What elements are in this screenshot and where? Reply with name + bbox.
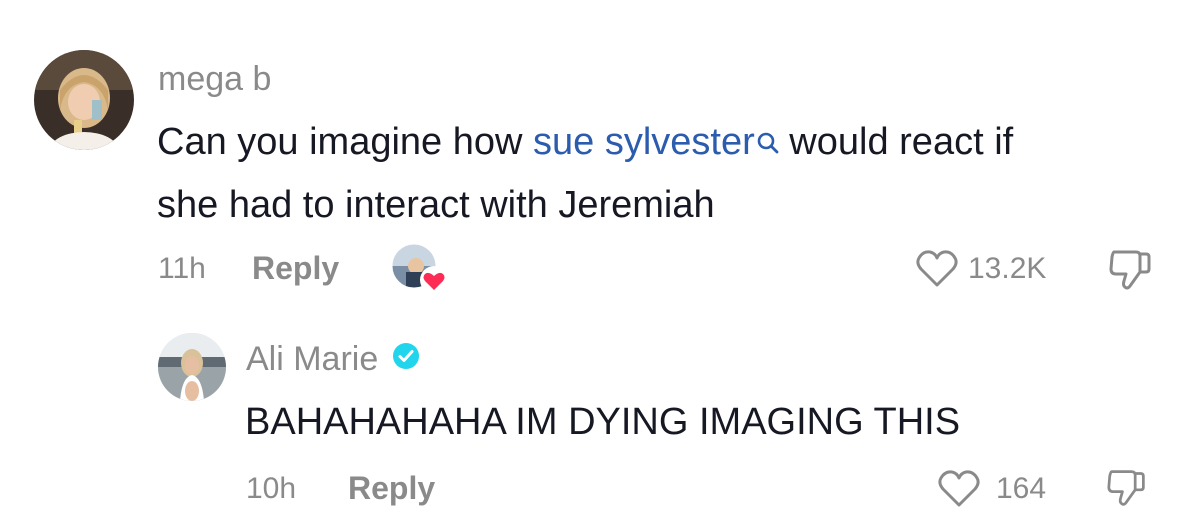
- heart-outline-icon[interactable]: [938, 470, 980, 508]
- verified-badge-icon: [392, 342, 420, 376]
- comment-thread: mega b Can you imagine how sue sylvester…: [0, 0, 1200, 508]
- search-icon[interactable]: [757, 114, 779, 175]
- reply-button[interactable]: Reply: [252, 252, 339, 284]
- comment-text-part: Can you imagine how: [157, 121, 533, 163]
- like-count: 13.2K: [968, 252, 1047, 285]
- thumbs-down-icon[interactable]: [1104, 468, 1150, 508]
- comment-text: BAHAHAHAHA IM DYING IMAGING THIS: [245, 401, 961, 443]
- comment-time: 10h: [246, 472, 297, 505]
- avatar-mega-b[interactable]: [34, 50, 134, 150]
- mention-link[interactable]: sue sylvester: [533, 121, 755, 163]
- comment-time: 11h: [158, 252, 206, 285]
- comment-text: Can you imagine how sue sylvester would …: [157, 112, 1013, 236]
- heart-outline-icon[interactable]: [916, 250, 958, 293]
- thumbs-down-icon[interactable]: [1108, 248, 1154, 297]
- avatar-ali-marie[interactable]: [158, 333, 226, 401]
- comment-username[interactable]: mega b: [158, 62, 271, 96]
- comment-username[interactable]: Ali Marie: [246, 342, 420, 376]
- username-text: Ali Marie: [246, 340, 379, 378]
- liked-by-creator-icon: [392, 244, 448, 294]
- comment-text-line: she had to interact with Jeremiah: [157, 184, 715, 226]
- like-count: 164: [996, 472, 1047, 505]
- comment-text-part: would react if: [778, 121, 1014, 163]
- reply-button[interactable]: Reply: [348, 472, 435, 504]
